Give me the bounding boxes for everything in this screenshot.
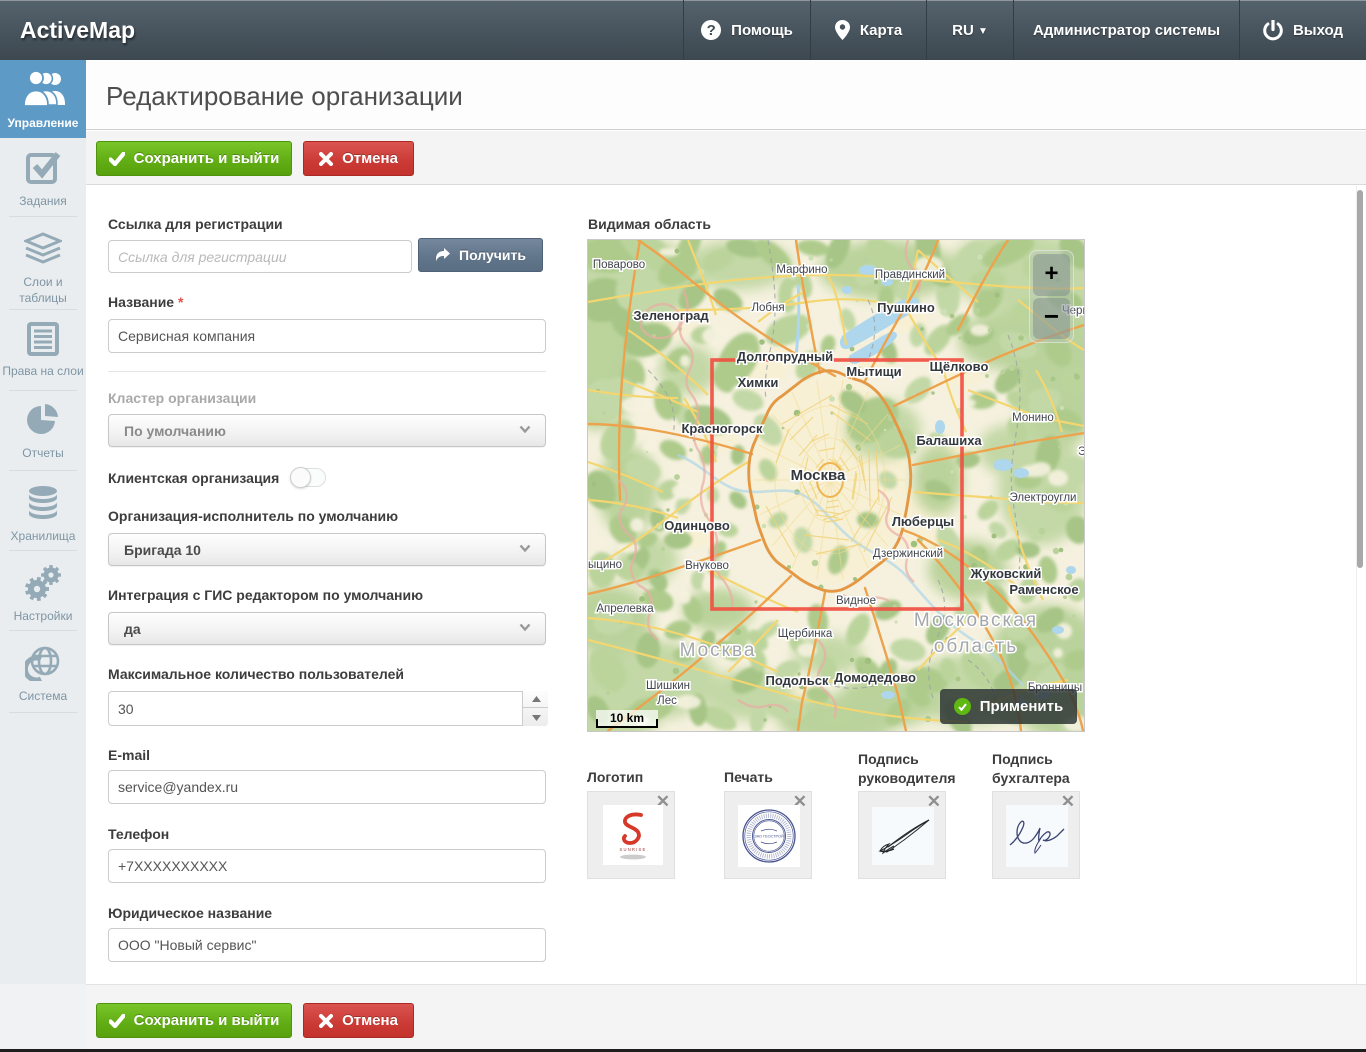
svg-text:Домодедово: Домодедово [834, 670, 916, 685]
svg-text:Зеленоград: Зеленоград [633, 308, 709, 323]
svg-text:ЗАО ГЕОСТРОЙ: ЗАО ГЕОСТРОЙ [754, 835, 784, 839]
svg-text:Щербинка: Щербинка [778, 628, 833, 640]
svg-text:Дзержинский: Дзержинский [873, 548, 943, 560]
svg-text:Щёлково: Щёлково [930, 359, 989, 374]
svg-text:Раменское: Раменское [1009, 582, 1078, 597]
svg-text:Поварово: Поварово [593, 259, 645, 271]
svg-text:Апрелевка: Апрелевка [596, 603, 654, 615]
svg-text:Люберцы: Люберцы [892, 514, 954, 529]
svg-text:Московская: Московская [914, 610, 1038, 631]
svg-text:Монино: Монино [1012, 412, 1054, 424]
svg-text:Правдинский: Правдинский [875, 269, 945, 281]
svg-text:Балашиха: Балашиха [916, 433, 982, 448]
svg-text:Марфино: Марфино [776, 264, 827, 276]
svg-text:Пушкино: Пушкино [877, 300, 935, 315]
svg-text:Жуковский: Жуковский [970, 566, 1042, 581]
svg-text:Одинцово: Одинцово [664, 518, 730, 533]
svg-text:Химки: Химки [738, 375, 779, 390]
svg-text:область: область [934, 636, 1018, 657]
svg-text:Видное: Видное [836, 595, 876, 607]
svg-text:Электроугли: Электроугли [1010, 492, 1077, 504]
svg-text:Э: Э [1078, 446, 1084, 458]
svg-text:Москва: Москва [791, 467, 846, 484]
svg-text:Шишкин: Шишкин [646, 680, 690, 692]
svg-text:Мытищи: Мытищи [846, 364, 901, 379]
svg-text:Лобня: Лобня [751, 302, 784, 314]
svg-text:Внуково: Внуково [685, 560, 729, 572]
svg-text:Красногорск: Красногорск [682, 421, 763, 436]
svg-text:Москва: Москва [680, 640, 757, 661]
svg-text:SUNRISE: SUNRISE [619, 847, 646, 852]
svg-text:ыцино: ыцино [588, 559, 622, 571]
svg-text:Лес: Лес [657, 695, 677, 707]
svg-text:Долгопрудный: Долгопрудный [737, 349, 833, 364]
svg-text:Подольск: Подольск [766, 673, 829, 688]
